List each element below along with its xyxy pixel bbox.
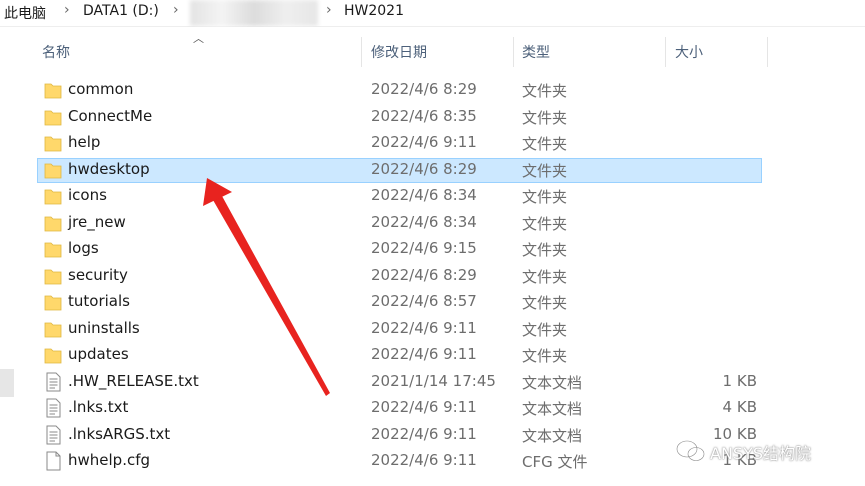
file-modified-date: 2022/4/6 9:11 — [371, 133, 477, 151]
file-modified-date: 2022/4/6 8:29 — [371, 80, 477, 98]
column-type-header[interactable]: 类型 — [522, 42, 550, 62]
column-divider[interactable] — [767, 37, 768, 67]
file-name: security — [68, 265, 128, 284]
file-row[interactable]: jre_new 2022/4/6 8:34 文件夹 — [0, 210, 865, 236]
file-name: tutorials — [68, 292, 130, 310]
scrollbar-stub[interactable] — [0, 369, 14, 397]
file-name: hwdesktop — [68, 159, 150, 178]
file-row[interactable]: common 2022/4/6 8:29 文件夹 — [0, 77, 865, 103]
folder-icon — [44, 80, 62, 100]
file-row[interactable]: icons 2022/4/6 8:34 文件夹 — [0, 183, 865, 209]
file-name: uninstalls — [68, 318, 140, 337]
folder-icon — [44, 292, 62, 312]
file-row[interactable]: updates 2022/4/6 9:11 文件夹 — [0, 342, 865, 368]
file-type: 文本文档 — [522, 373, 583, 392]
file-name: logs — [68, 239, 99, 257]
breadcrumb-separator[interactable]: › — [173, 2, 179, 18]
file-modified-date: 2022/4/6 8:34 — [371, 212, 477, 231]
file-name: jre_new — [68, 212, 126, 231]
file-name: .lnks.txt — [68, 398, 129, 416]
file-type: 文件夹 — [522, 135, 568, 153]
folder-icon — [44, 160, 62, 180]
file-type: 文件夹 — [522, 108, 568, 127]
file-modified-date: 2022/4/6 8:29 — [371, 265, 477, 284]
column-divider[interactable] — [665, 37, 666, 67]
column-divider[interactable] — [513, 37, 514, 67]
text-file-icon — [44, 372, 62, 392]
file-type: 文本文档 — [522, 400, 583, 418]
file-row[interactable]: ConnectMe 2022/4/6 8:35 文件夹 — [0, 104, 865, 130]
file-type: 文件夹 — [522, 188, 568, 206]
file-type: 文件夹 — [522, 82, 568, 100]
file-modified-date: 2022/4/6 8:29 — [371, 159, 477, 178]
file-modified-date: 2022/4/6 8:57 — [371, 292, 477, 310]
file-modified-date: 2022/4/6 9:11 — [371, 424, 477, 443]
text-file-icon — [44, 398, 62, 418]
file-type: 文件夹 — [522, 161, 568, 180]
breadcrumb-drive[interactable]: DATA1 (D:) — [83, 3, 159, 19]
folder-icon — [44, 133, 62, 153]
file-row[interactable]: hwdesktop 2022/4/6 8:29 文件夹 — [0, 157, 865, 183]
folder-icon — [44, 239, 62, 259]
file-name: .lnksARGS.txt — [68, 424, 171, 443]
file-type: 文件夹 — [522, 241, 568, 259]
redacted-path-segment — [190, 0, 318, 26]
file-row[interactable]: .lnks.txt 2022/4/6 9:11 文本文档 4 KB — [0, 395, 865, 421]
file-type: 文件夹 — [522, 294, 568, 312]
breadcrumb-current-folder[interactable]: HW2021 — [344, 3, 404, 19]
file-modified-date: 2022/4/6 9:11 — [371, 398, 477, 416]
column-date-header[interactable]: 修改日期 — [371, 42, 427, 62]
folder-icon — [44, 107, 62, 127]
file-row[interactable]: logs 2022/4/6 9:15 文件夹 — [0, 236, 865, 262]
file-row[interactable]: .HW_RELEASE.txt 2021/1/14 17:45 文本文档 1 KB — [0, 369, 865, 395]
breadcrumb-this-pc[interactable]: 此电脑 — [4, 3, 46, 23]
file-name: icons — [68, 186, 107, 204]
file-type: 文件夹 — [522, 347, 568, 365]
file-name: updates — [68, 345, 129, 363]
file-modified-date: 2022/4/6 9:11 — [371, 451, 477, 469]
file-row[interactable]: security 2022/4/6 8:29 文件夹 — [0, 263, 865, 289]
file-name: help — [68, 133, 101, 151]
file-modified-date: 2021/1/14 17:45 — [371, 371, 496, 390]
file-modified-date: 2022/4/6 8:35 — [371, 106, 477, 125]
folder-icon — [44, 345, 62, 365]
file-modified-date: 2022/4/6 8:34 — [371, 186, 477, 204]
file-size: 1 KB — [722, 371, 757, 390]
file-name: ConnectMe — [68, 106, 153, 125]
file-row[interactable]: tutorials 2022/4/6 8:57 文件夹 — [0, 289, 865, 315]
text-file-icon — [44, 425, 62, 445]
file-name: hwhelp.cfg — [68, 451, 151, 469]
file-modified-date: 2022/4/6 9:11 — [371, 318, 477, 337]
file-row[interactable]: help 2022/4/6 9:11 文件夹 — [0, 130, 865, 156]
file-modified-date: 2022/4/6 9:11 — [371, 345, 477, 363]
folder-icon — [44, 319, 62, 339]
folder-icon — [44, 213, 62, 233]
watermark-text: ANSYS结构院 — [710, 444, 812, 463]
file-row[interactable]: uninstalls 2022/4/6 9:11 文件夹 — [0, 316, 865, 342]
file-size: 4 KB — [722, 398, 757, 416]
folder-icon — [44, 266, 62, 286]
folder-icon — [44, 186, 62, 206]
file-type: 文本文档 — [522, 426, 583, 445]
wechat-icon — [676, 440, 705, 462]
file-name: .HW_RELEASE.txt — [68, 371, 199, 390]
file-name: common — [68, 80, 134, 98]
breadcrumb-separator[interactable]: › — [326, 2, 332, 18]
file-type: CFG 文件 — [522, 453, 588, 471]
file-type: 文件夹 — [522, 214, 568, 233]
file-icon — [44, 451, 62, 471]
column-size-header[interactable]: 大小 — [675, 42, 703, 62]
breadcrumb-separator[interactable]: › — [64, 2, 70, 18]
column-name-header[interactable]: 名称 — [42, 42, 70, 62]
file-type: 文件夹 — [522, 320, 568, 339]
column-divider[interactable] — [361, 37, 362, 67]
file-modified-date: 2022/4/6 9:15 — [371, 239, 477, 257]
file-type: 文件夹 — [522, 267, 568, 286]
column-header: ︿ 名称 修改日期 类型 大小 — [0, 27, 865, 75]
sort-ascending-icon: ︿ — [193, 32, 204, 45]
breadcrumb: 此电脑 › DATA1 (D:) › › HW2021 — [0, 0, 865, 27]
